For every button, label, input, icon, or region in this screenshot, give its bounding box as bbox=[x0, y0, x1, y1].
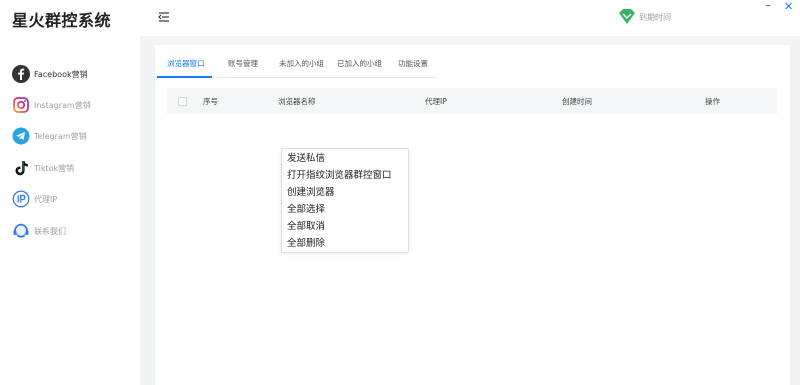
context-menu-select-all[interactable]: 全部选择 bbox=[287, 204, 325, 216]
facebook-icon bbox=[12, 65, 30, 83]
tab-account-management[interactable]: 账号管理 bbox=[228, 58, 258, 69]
tab-browser-windows[interactable]: 浏览器窗口 bbox=[167, 58, 205, 69]
minimize-button[interactable]: – bbox=[765, 0, 771, 11]
sidebar: Facebook营销 Instagram营销 Telegram营销 Tiktok… bbox=[0, 36, 140, 385]
main-panel: 浏览器窗口 账号管理 未加入的小组 已加入的小组 功能设置 序号 浏览器名称 代… bbox=[155, 45, 790, 385]
support-icon bbox=[13, 223, 29, 238]
instagram-icon bbox=[13, 97, 29, 113]
column-header-actions: 操作 bbox=[705, 97, 720, 106]
close-button[interactable]: ✕ bbox=[784, 1, 793, 13]
table-header: 序号 浏览器名称 代理IP 创建时间 操作 bbox=[167, 88, 777, 114]
sidebar-item-label: Facebook营销 bbox=[34, 69, 88, 79]
diamond-logo-icon bbox=[619, 9, 635, 24]
sidebar-item-contact[interactable]: 联系我们 bbox=[12, 221, 66, 241]
tab-joined-groups[interactable]: 已加入的小组 bbox=[337, 58, 382, 69]
context-menu-send-message[interactable]: 发送私信 bbox=[287, 153, 325, 165]
context-menu-deselect-all[interactable]: 全部取消 bbox=[287, 221, 325, 233]
app-title: 星火群控系统 bbox=[12, 11, 112, 30]
sidebar-item-label: 联系我们 bbox=[34, 226, 66, 236]
tab-unjoined-groups[interactable]: 未加入的小组 bbox=[279, 58, 324, 69]
sidebar-item-instagram[interactable]: Instagram营销 bbox=[12, 95, 91, 115]
telegram-icon bbox=[12, 127, 30, 145]
column-header-index: 序号 bbox=[203, 97, 218, 106]
active-tab-indicator bbox=[157, 76, 212, 78]
tab-bar: 浏览器窗口 账号管理 未加入的小组 已加入的小组 功能设置 bbox=[155, 45, 437, 78]
sidebar-item-label: Instagram营销 bbox=[34, 100, 91, 110]
context-menu-delete-all[interactable]: 全部删除 bbox=[287, 238, 325, 250]
sidebar-item-label: Tiktok营销 bbox=[34, 163, 75, 173]
select-all-checkbox[interactable] bbox=[178, 97, 187, 106]
brand-text: 到期时间 bbox=[639, 12, 671, 22]
tiktok-icon bbox=[15, 161, 28, 176]
brand: 到期时间 bbox=[618, 8, 671, 26]
context-menu-create-browser[interactable]: 创建浏览器 bbox=[287, 187, 335, 199]
column-header-proxy-ip: 代理IP bbox=[425, 97, 447, 106]
sidebar-item-proxy-ip[interactable]: 代理IP bbox=[12, 189, 57, 209]
sidebar-item-tiktok[interactable]: Tiktok营销 bbox=[12, 158, 74, 178]
proxy-ip-icon bbox=[12, 190, 30, 208]
sidebar-item-label: 代理IP bbox=[34, 194, 58, 204]
sidebar-item-facebook[interactable]: Facebook营销 bbox=[12, 64, 88, 84]
menu-fold-icon[interactable] bbox=[157, 10, 171, 24]
tab-feature-settings[interactable]: 功能设置 bbox=[398, 58, 428, 69]
context-menu-open-group-control[interactable]: 打开指纹浏览器群控窗口 bbox=[287, 170, 392, 182]
top-bar: 星火群控系统 到期时间 – ✕ bbox=[0, 0, 800, 36]
column-header-browser-name: 浏览器名称 bbox=[278, 97, 316, 106]
column-header-created-time: 创建时间 bbox=[562, 97, 592, 106]
sidebar-item-telegram[interactable]: Telegram营销 bbox=[12, 126, 87, 146]
sidebar-item-label: Telegram营销 bbox=[34, 131, 87, 141]
context-menu: 发送私信 打开指纹浏览器群控窗口 创建浏览器 全部选择 全部取消 全部删除 bbox=[281, 148, 409, 253]
